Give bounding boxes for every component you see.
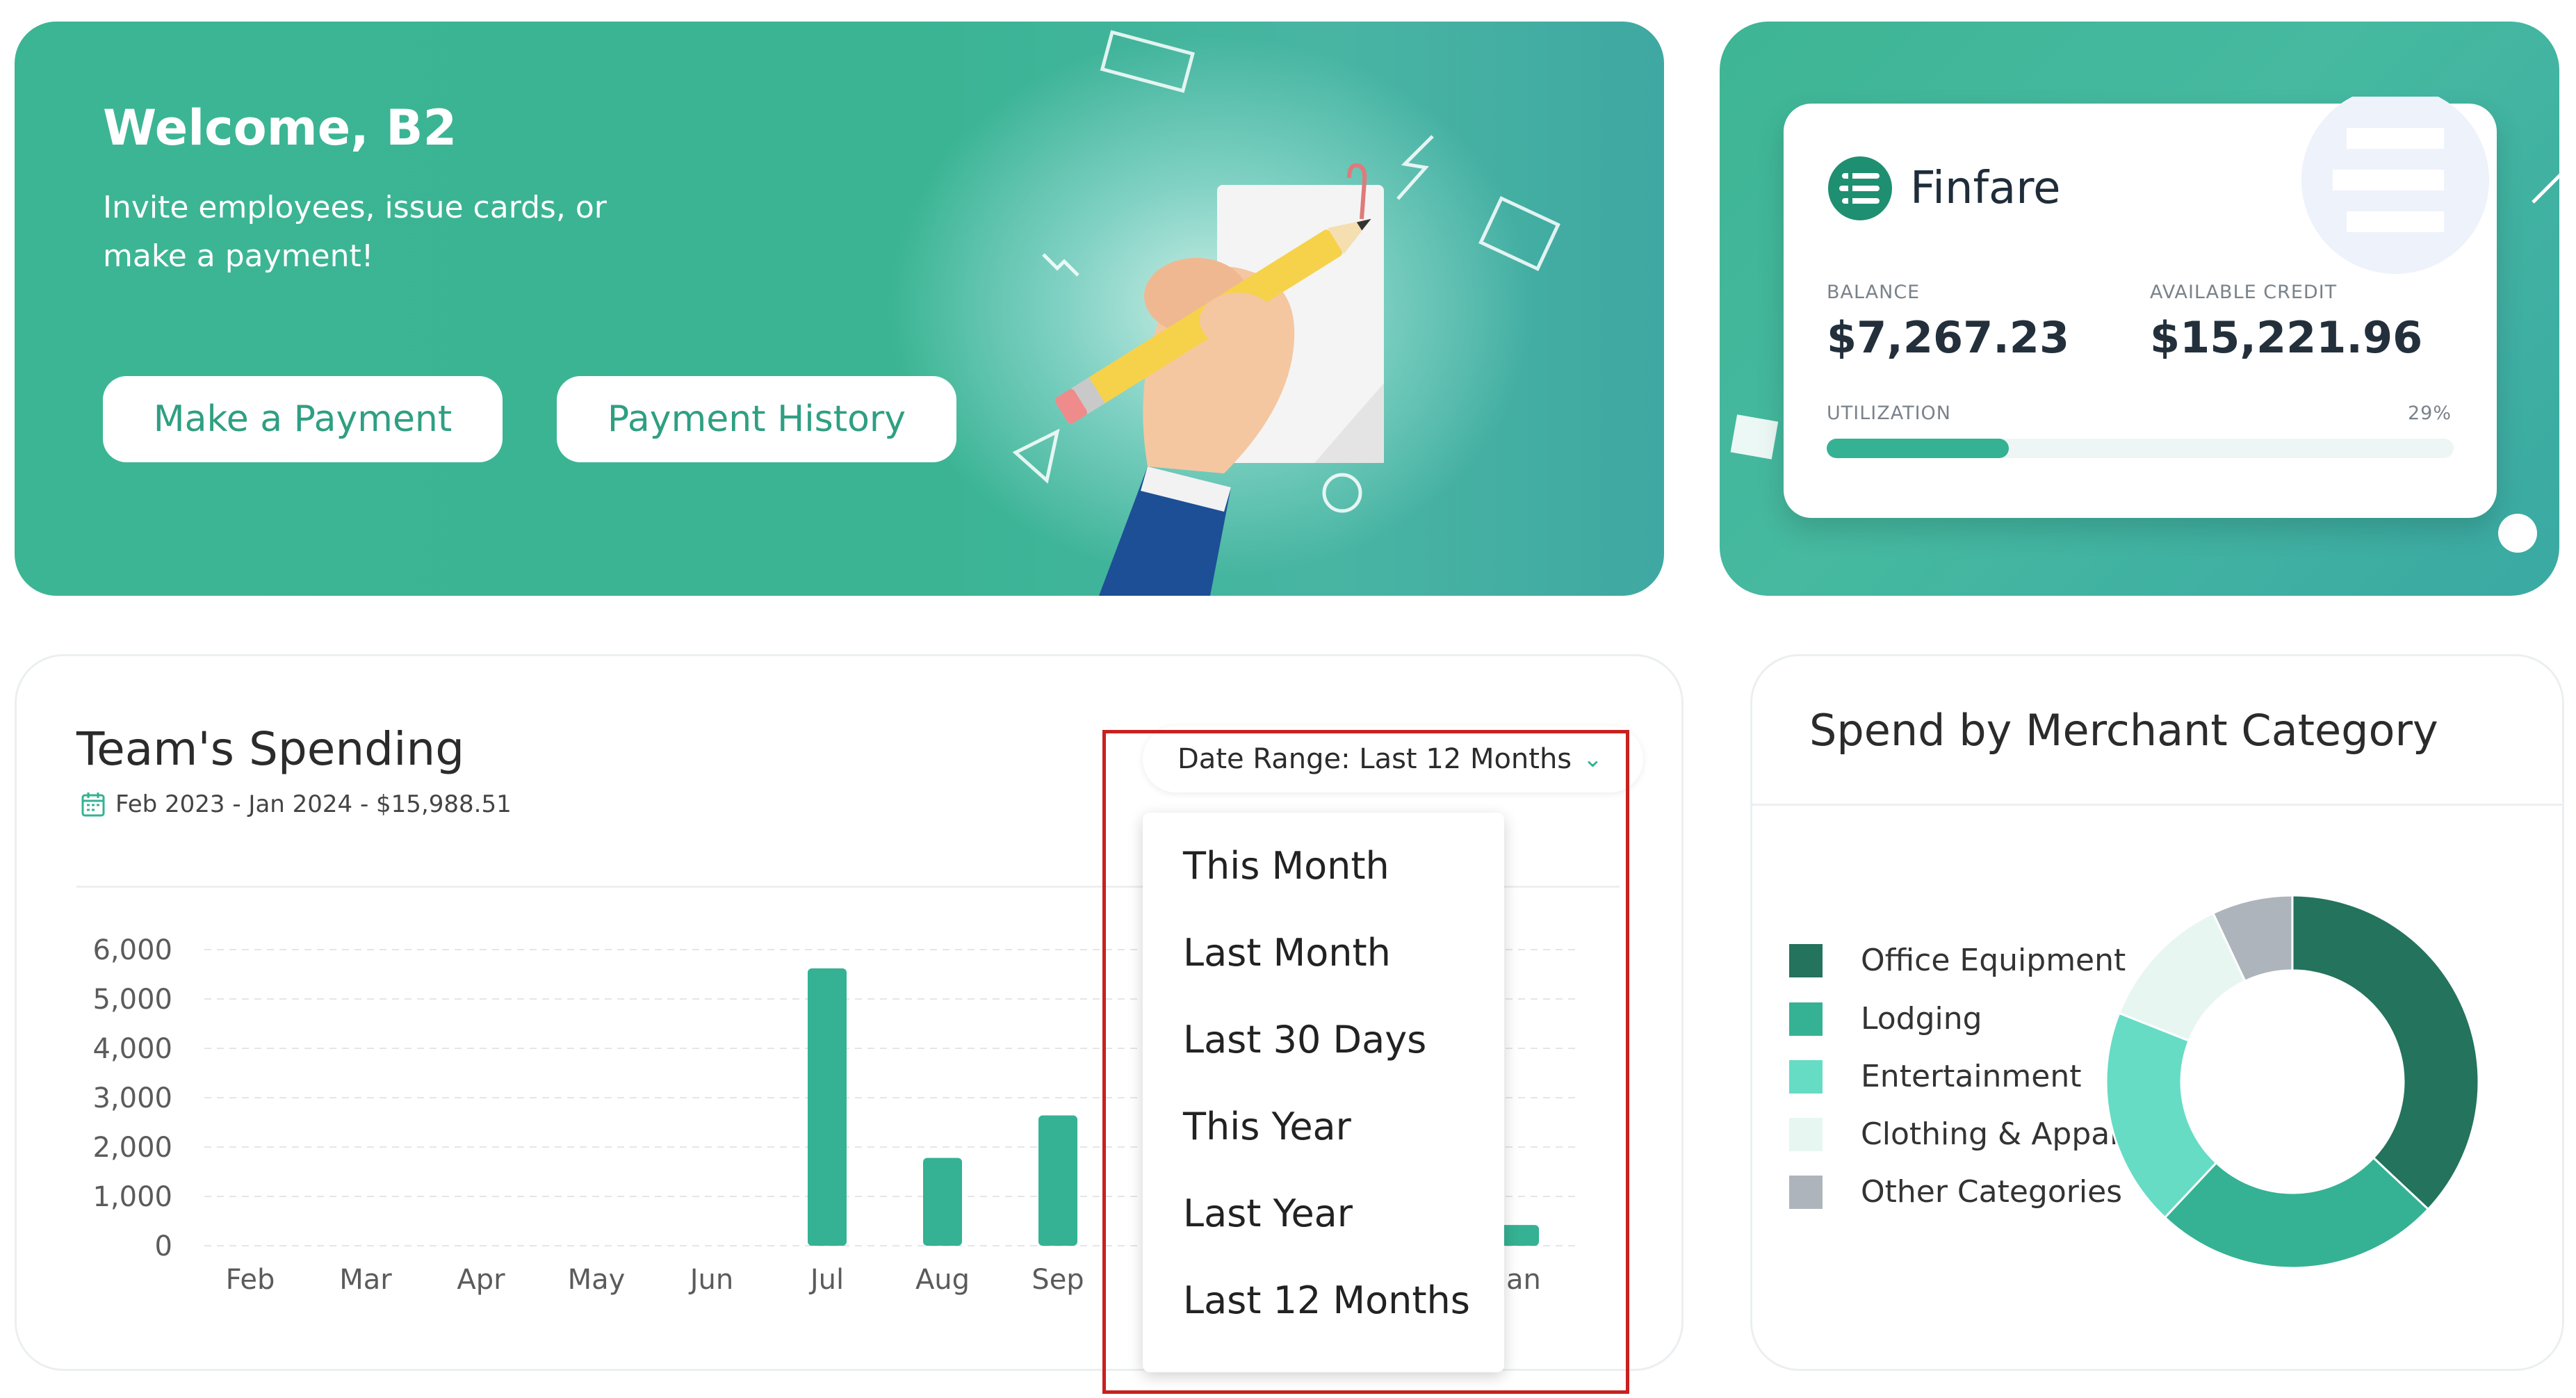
legend-item-entertainment: Entertainment <box>1789 1059 2082 1094</box>
balance-value: $7,267.23 <box>1827 312 2070 363</box>
finfare-logo-icon <box>1828 156 1892 220</box>
utilization-bar-fill <box>1827 439 2009 458</box>
bar-jan <box>1500 1225 1539 1246</box>
legend-item-lodging: Lodging <box>1789 1001 1982 1037</box>
legend-swatch <box>1789 1059 1823 1094</box>
card-brand-name: Finfare <box>1910 163 2061 214</box>
menu-item-last-12-months[interactable]: Last 12 Months <box>1183 1278 1470 1322</box>
x-tick-label: Jun <box>688 1264 734 1296</box>
available-credit-label: AVAILABLE CREDIT <box>2150 282 2338 303</box>
date-range-menu: This Month Last Month Last 30 Days This … <box>1143 813 1504 1372</box>
make-payment-button[interactable]: Make a Payment <box>103 376 503 462</box>
welcome-subtitle: Invite employees, issue cards, or make a… <box>103 190 607 274</box>
merchant-category-panel: Spend by Merchant Category Office Equipm… <box>1750 654 2564 1371</box>
team-spending-panel: Team's Spending Feb 2023 - Jan 2024 - $1… <box>15 654 1684 1372</box>
y-tick-label: 1,000 <box>92 1181 172 1213</box>
menu-item-this-month[interactable]: This Month <box>1183 844 1389 888</box>
x-tick-label: Apr <box>457 1264 505 1296</box>
card-watermark-icon <box>2301 97 2489 274</box>
y-tick-label: 4,000 <box>92 1033 172 1065</box>
x-tick-label: Feb <box>226 1264 275 1296</box>
menu-item-last-month[interactable]: Last Month <box>1183 931 1391 975</box>
utilization-label: UTILIZATION <box>1827 403 1951 424</box>
menu-item-this-year[interactable]: This Year <box>1183 1105 1351 1148</box>
legend-item-clothing-apparel: Clothing & Apparel <box>1789 1116 2149 1152</box>
available-credit-value: $15,221.96 <box>2150 312 2423 363</box>
x-tick-label: Aug <box>915 1264 970 1296</box>
card-brand: Finfare <box>1827 155 2061 222</box>
legend-swatch <box>1789 943 1823 977</box>
y-tick-label: 3,000 <box>92 1082 172 1114</box>
hand-writing-illustration <box>1012 30 1560 596</box>
y-tick-label: 5,000 <box>92 984 172 1016</box>
bar-aug <box>923 1157 962 1246</box>
merchant-title: Spend by Merchant Category <box>1809 705 2438 756</box>
legend-item-other-categories: Other Categories <box>1789 1174 2122 1210</box>
payment-history-button[interactable]: Payment History <box>557 376 956 462</box>
y-tick-label: 0 <box>155 1230 172 1262</box>
merchant-divider <box>1752 804 2562 806</box>
legend-item-office-equipment: Office Equipment <box>1789 943 2126 978</box>
x-tick-label: May <box>568 1264 626 1296</box>
card-banner: Finfare BALANCE $7,267.23 AVAILABLE CRED… <box>1720 22 2559 596</box>
legend-swatch <box>1789 1002 1823 1036</box>
balance-label: BALANCE <box>1827 282 1921 303</box>
bar-jul <box>808 968 847 1246</box>
legend-swatch <box>1789 1175 1823 1209</box>
donut-slice-0 <box>2291 894 2480 1211</box>
y-tick-label: 2,000 <box>92 1132 172 1164</box>
date-range-dropdown[interactable]: Date Range: Last 12 Months ⌄ <box>1143 726 1643 793</box>
menu-item-last-year[interactable]: Last Year <box>1183 1192 1353 1235</box>
menu-item-last-30-days[interactable]: Last 30 Days <box>1183 1018 1426 1062</box>
bar-sep <box>1038 1115 1077 1246</box>
welcome-title: Welcome, B2 <box>103 99 457 156</box>
x-tick-label: Sep <box>1032 1264 1084 1296</box>
y-tick-label: 6,000 <box>92 934 172 966</box>
chevron-down-icon: ⌄ <box>1583 745 1603 773</box>
finfare-card: Finfare BALANCE $7,267.23 AVAILABLE CRED… <box>1784 97 2497 518</box>
welcome-banner: Welcome, B2 Invite employees, issue card… <box>15 22 1664 596</box>
x-tick-label: Jul <box>808 1264 844 1296</box>
date-range-label: Date Range: Last 12 Months <box>1177 743 1572 775</box>
utilization-percent: 29% <box>2408 403 2452 424</box>
legend-swatch <box>1789 1117 1823 1151</box>
merchant-donut-chart <box>2105 894 2480 1269</box>
x-tick-label: Mar <box>339 1264 392 1296</box>
utilization-bar <box>1827 439 2454 458</box>
